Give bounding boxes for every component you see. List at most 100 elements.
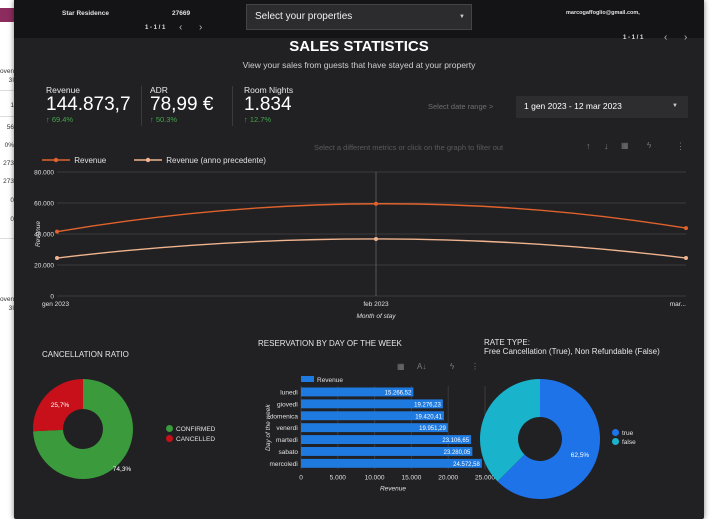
- bg-divider: [0, 116, 14, 117]
- lightning-icon[interactable]: ϟ: [647, 141, 651, 150]
- legend-confirmed[interactable]: CONFIRMED: [166, 425, 215, 433]
- user-email: marcogaffoglio@gmail.com,: [566, 10, 640, 16]
- x-tick-label: 5.000: [330, 474, 347, 481]
- screen: oven 3I 1 56 0% 273 273 0 0 oven 3I Star…: [0, 0, 712, 519]
- y-axis-label: Day of the week: [265, 404, 272, 451]
- property-select[interactable]: Select your properties ▼: [246, 4, 472, 30]
- legend-dot: [166, 425, 173, 432]
- kpi-value: 144.873,7: [46, 94, 131, 115]
- y-axis-label: Revenue: [35, 221, 42, 247]
- bg-cell: 0: [10, 216, 14, 223]
- series-line-previous-revenue: [56, 238, 687, 259]
- category-label: martedì: [276, 437, 298, 444]
- kpi-value: 78,99 €: [150, 94, 214, 115]
- data-point: [374, 201, 378, 206]
- revenue-line-chart[interactable]: 020.00040.00060.00080.000gen 2023 feb 202…: [14, 160, 704, 330]
- bg-cell: 56: [6, 124, 14, 131]
- slice-label: 74,3%: [113, 466, 132, 473]
- date-range-value: 1 gen 2023 - 12 mar 2023: [524, 101, 622, 111]
- kpi-value: 1.834: [244, 94, 292, 115]
- bg-cell: oven: [0, 296, 15, 303]
- legend-label: CONFIRMED: [176, 426, 216, 433]
- kpi-delta: ↑ 12.7%: [244, 115, 272, 124]
- bg-cell: 0: [10, 197, 14, 204]
- x-tick-label: 0: [299, 474, 303, 481]
- slice-label: 25,7%: [51, 402, 70, 409]
- x-tick-label: mar...: [670, 301, 686, 308]
- kpi-divider: [141, 86, 142, 126]
- data-point: [684, 256, 688, 261]
- bg-cell: 3I: [8, 77, 14, 84]
- category-label: mercoledì: [269, 461, 298, 468]
- legend-dot: [612, 429, 619, 436]
- more-vert-icon[interactable]: ⋮: [676, 141, 685, 152]
- bg-cell: 273: [3, 160, 14, 167]
- y-tick-label: 60.000: [34, 201, 54, 208]
- dashboard-panel: Star Residence 27669 1 - 1 / 1 ‹ › Selec…: [14, 0, 704, 519]
- chevron-down-icon: ▼: [459, 14, 465, 20]
- category-label: lunedì: [280, 389, 298, 396]
- kpi-adr[interactable]: ADR 78,99 € ↑ 50.3%: [150, 85, 213, 124]
- property-name: Star Residence: [62, 10, 109, 17]
- y-tick-label: 80.000: [34, 170, 54, 177]
- page-subtitle: View your sales from guests that have st…: [242, 60, 476, 70]
- rate-type-title: RATE TYPE:: [484, 338, 530, 347]
- next-page-icon[interactable]: ›: [199, 22, 202, 33]
- data-point: [55, 229, 59, 234]
- y-tick-label: 20.000: [34, 263, 54, 270]
- y-tick-label: 0: [50, 294, 54, 301]
- legend-label: Revenue: [317, 377, 343, 384]
- date-range-picker[interactable]: 1 gen 2023 - 12 mar 2023 ▼: [516, 96, 688, 118]
- top-bar: Star Residence 27669 1 - 1 / 1 ‹ › Selec…: [14, 0, 704, 43]
- kpi-room-nights[interactable]: Room Nights 1.834 ↑ 12.7%: [244, 85, 293, 124]
- reservation-bar-chart[interactable]: Revenue0 5.000 10.000 15.000 20.000 25.000Rev…: [240, 372, 495, 512]
- arrow-down-icon[interactable]: ↓: [604, 141, 609, 151]
- chart-hint: Select a different metrics or click on t…: [314, 143, 504, 152]
- prev-page-icon[interactable]: ‹: [179, 22, 182, 33]
- category-label: giovedì: [277, 401, 298, 408]
- property-pager: 1 - 1 / 1: [145, 25, 166, 31]
- x-tick-label: 10.000: [365, 474, 385, 481]
- category-label: sabato: [278, 449, 298, 456]
- bar-value-label: 15.266,52: [385, 390, 412, 396]
- kpi-delta: ↑ 69.4%: [46, 115, 74, 124]
- bg-divider: [0, 238, 14, 239]
- bg-cell: 3I: [8, 305, 14, 312]
- bg-divider: [0, 90, 14, 91]
- rate-type-subtitle: Free Cancellation (True), Non Refundable…: [484, 347, 660, 356]
- x-tick-label: feb 2023: [363, 301, 389, 308]
- legend-false[interactable]: false: [612, 438, 636, 446]
- legend-dot: [612, 438, 619, 445]
- x-tick-label: gen 2023: [42, 301, 69, 308]
- bar-value-label: 19.276,23: [414, 402, 441, 408]
- cancellation-title: CANCELLATION RATIO: [42, 350, 129, 359]
- arrow-up-icon[interactable]: ↑: [586, 141, 591, 151]
- sort-icon[interactable]: A↓: [417, 362, 426, 371]
- property-select-label: Select your properties: [255, 11, 353, 22]
- rate-type-donut-chart[interactable]: 62,5% 37,5%: [454, 360, 624, 510]
- legend-cancelled[interactable]: CANCELLED: [166, 435, 215, 443]
- slice-label: 37,5%: [484, 418, 503, 425]
- bar-value-label: 19.951,29: [419, 426, 446, 432]
- data-point: [374, 236, 378, 241]
- page-title: SALES STATISTICS: [289, 38, 429, 55]
- slice-label: 62,5%: [571, 452, 590, 459]
- x-tick-label: 15.000: [401, 474, 421, 481]
- data-point: [684, 226, 688, 231]
- legend-swatch: [301, 376, 314, 382]
- bg-cell: oven: [0, 68, 15, 75]
- category-label: domenica: [270, 413, 299, 420]
- chart-options-icon[interactable]: ▦: [621, 141, 629, 150]
- chart-options-icon[interactable]: ▦: [397, 362, 405, 371]
- date-range-label: Select date range >: [428, 102, 494, 111]
- x-axis-label: Revenue: [380, 485, 406, 492]
- legend-true[interactable]: true: [612, 429, 633, 437]
- kpi-revenue[interactable]: Revenue 144.873,7 ↑ 69.4%: [46, 85, 131, 124]
- bar-value-label: 19.420,41: [415, 414, 442, 420]
- x-axis-label: Month of stay: [356, 313, 396, 320]
- bg-cell: 273: [3, 178, 14, 185]
- legend-label: CANCELLED: [176, 436, 216, 443]
- kpi-divider: [232, 86, 233, 126]
- property-id: 27669: [172, 10, 191, 17]
- data-point: [55, 256, 59, 261]
